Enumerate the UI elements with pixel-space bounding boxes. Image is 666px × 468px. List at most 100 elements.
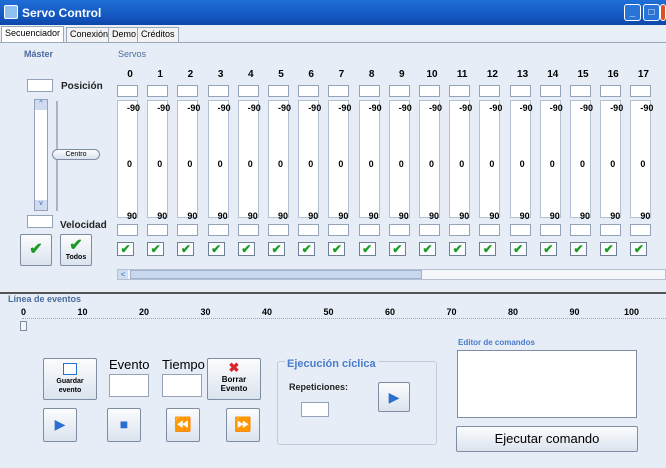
servo-bottom-input[interactable] [358,224,380,236]
center-button[interactable]: Centro [52,149,100,160]
save-event-button[interactable]: Guardar evento [43,358,97,400]
servo-top-input[interactable] [449,85,471,97]
servo-top-input[interactable] [328,85,350,97]
servo-bottom-input[interactable] [539,224,561,236]
servo-bottom-input[interactable] [177,224,199,236]
maximize-button[interactable]: □ [643,4,660,21]
servo-checkbox[interactable]: ✔ [570,242,587,256]
servo-max-value: 90 [459,211,470,221]
servo-top-input[interactable] [388,85,410,97]
master-group-label: Máster [24,49,54,59]
servo-top-input[interactable] [539,85,561,97]
servo-top-input[interactable] [237,85,259,97]
scroll-thumb[interactable] [130,270,422,279]
time-input[interactable] [162,374,202,397]
servo-bottom-input[interactable] [388,224,410,236]
servo-number: 4 [248,69,254,80]
servo-checkbox[interactable]: ✔ [449,242,467,256]
servo-checkbox[interactable]: ✔ [600,242,618,256]
servo-bottom-input[interactable] [268,224,289,236]
master-scrollbar[interactable]: ^ v [34,99,48,211]
timeline-tick: 10 [77,307,88,317]
servo-bottom-input[interactable] [207,224,229,236]
scroll-up-icon[interactable]: ^ [35,100,47,110]
servo-bottom-input[interactable] [237,224,259,236]
servo-checkbox[interactable]: ✔ [328,242,346,256]
stop-button[interactable]: ■ [107,408,141,442]
scroll-down-icon[interactable]: v [35,200,47,210]
all-button[interactable]: ✔ Todos [60,234,92,266]
cyclic-play-button[interactable]: ▶ [378,382,410,412]
servo-bottom-input[interactable] [419,224,440,236]
servo-top-input[interactable] [570,85,591,97]
timeline-tick: 90 [569,307,580,317]
repetitions-input[interactable] [301,402,329,417]
rewind-button[interactable]: ⏪ [166,408,200,442]
servo-bottom-input[interactable] [570,224,591,236]
servo-checkbox[interactable]: ✔ [630,242,648,256]
servo-mid-value: 0 [308,159,314,169]
servo-top-input[interactable] [419,85,440,97]
servo-top-input[interactable] [298,85,320,97]
servo-mid-value: 0 [217,159,223,169]
speed-input[interactable] [27,215,53,228]
command-editor[interactable] [457,350,637,418]
servo-checkbox[interactable]: ✔ [207,242,225,256]
servo-bottom-input[interactable] [298,224,320,236]
tab-secuenciador[interactable]: Secuenciador [1,26,65,42]
servo-scrollbar[interactable]: < [117,269,666,280]
close-button[interactable] [660,4,666,21]
servo-top-input[interactable] [177,85,199,97]
servo-checkbox[interactable]: ✔ [509,242,527,256]
servo-checkbox[interactable]: ✔ [268,242,285,256]
servo-top-input[interactable] [630,85,652,97]
fast-forward-button[interactable]: ⏩ [226,408,260,442]
execute-command-button[interactable]: Ejecutar comando [456,426,638,452]
minimize-button[interactable]: _ [624,4,641,21]
servo-checkbox[interactable]: ✔ [117,242,134,256]
tab-creditos[interactable]: Créditos [137,27,179,42]
servo-top-input[interactable] [207,85,229,97]
servo-top-input[interactable] [479,85,501,97]
servo-checkbox[interactable]: ✔ [388,242,406,256]
stop-icon: ■ [119,416,129,432]
servo-bottom-input[interactable] [509,224,531,236]
servo-bottom-input[interactable] [449,224,471,236]
servo-checkbox[interactable]: ✔ [358,242,376,256]
servo-bottom-input[interactable] [479,224,501,236]
servo-checkbox[interactable]: ✔ [479,242,497,256]
servo-bottom-input[interactable] [630,224,652,236]
servo-checkbox[interactable]: ✔ [177,242,195,256]
servo-bottom-input[interactable] [600,224,622,236]
tab-conexion[interactable]: Conexión [66,27,113,42]
servo-bottom-input[interactable] [147,224,169,236]
servo-top-input[interactable] [358,85,380,97]
servo-top-input[interactable] [600,85,622,97]
servo-min-value: -90 [519,103,533,113]
event-input[interactable] [109,374,149,397]
delete-event-label: Borrar Evento [220,375,248,393]
tab-demo[interactable]: Demo [108,27,141,42]
servo-top-input[interactable] [268,85,289,97]
servo-top-input[interactable] [509,85,531,97]
servo-checkbox[interactable]: ✔ [419,242,436,256]
servo-bottom-input[interactable] [117,224,138,236]
timeline-slider-thumb[interactable] [20,321,27,331]
servo-mid-value: 0 [459,159,465,169]
position-input[interactable] [27,79,53,92]
delete-event-button[interactable]: ✖ Borrar Evento [207,358,261,400]
servo-checkbox[interactable]: ✔ [539,242,557,256]
servo-top-input[interactable] [147,85,169,97]
apply-button[interactable]: ✔ [20,234,52,266]
play-button[interactable]: ▶ [43,408,77,442]
servo-checkbox[interactable]: ✔ [298,242,316,256]
servo-checkbox[interactable]: ✔ [147,242,165,256]
scroll-left-icon[interactable]: < [118,270,128,279]
servo-checkbox[interactable]: ✔ [237,242,255,256]
servo-top-input[interactable] [117,85,138,97]
servo-mid-value: 0 [549,159,555,169]
servo-mid-value: 0 [429,159,435,169]
servo-bottom-input[interactable] [328,224,350,236]
timeline-tick: 50 [323,307,334,317]
servo-number: 14 [547,69,559,80]
